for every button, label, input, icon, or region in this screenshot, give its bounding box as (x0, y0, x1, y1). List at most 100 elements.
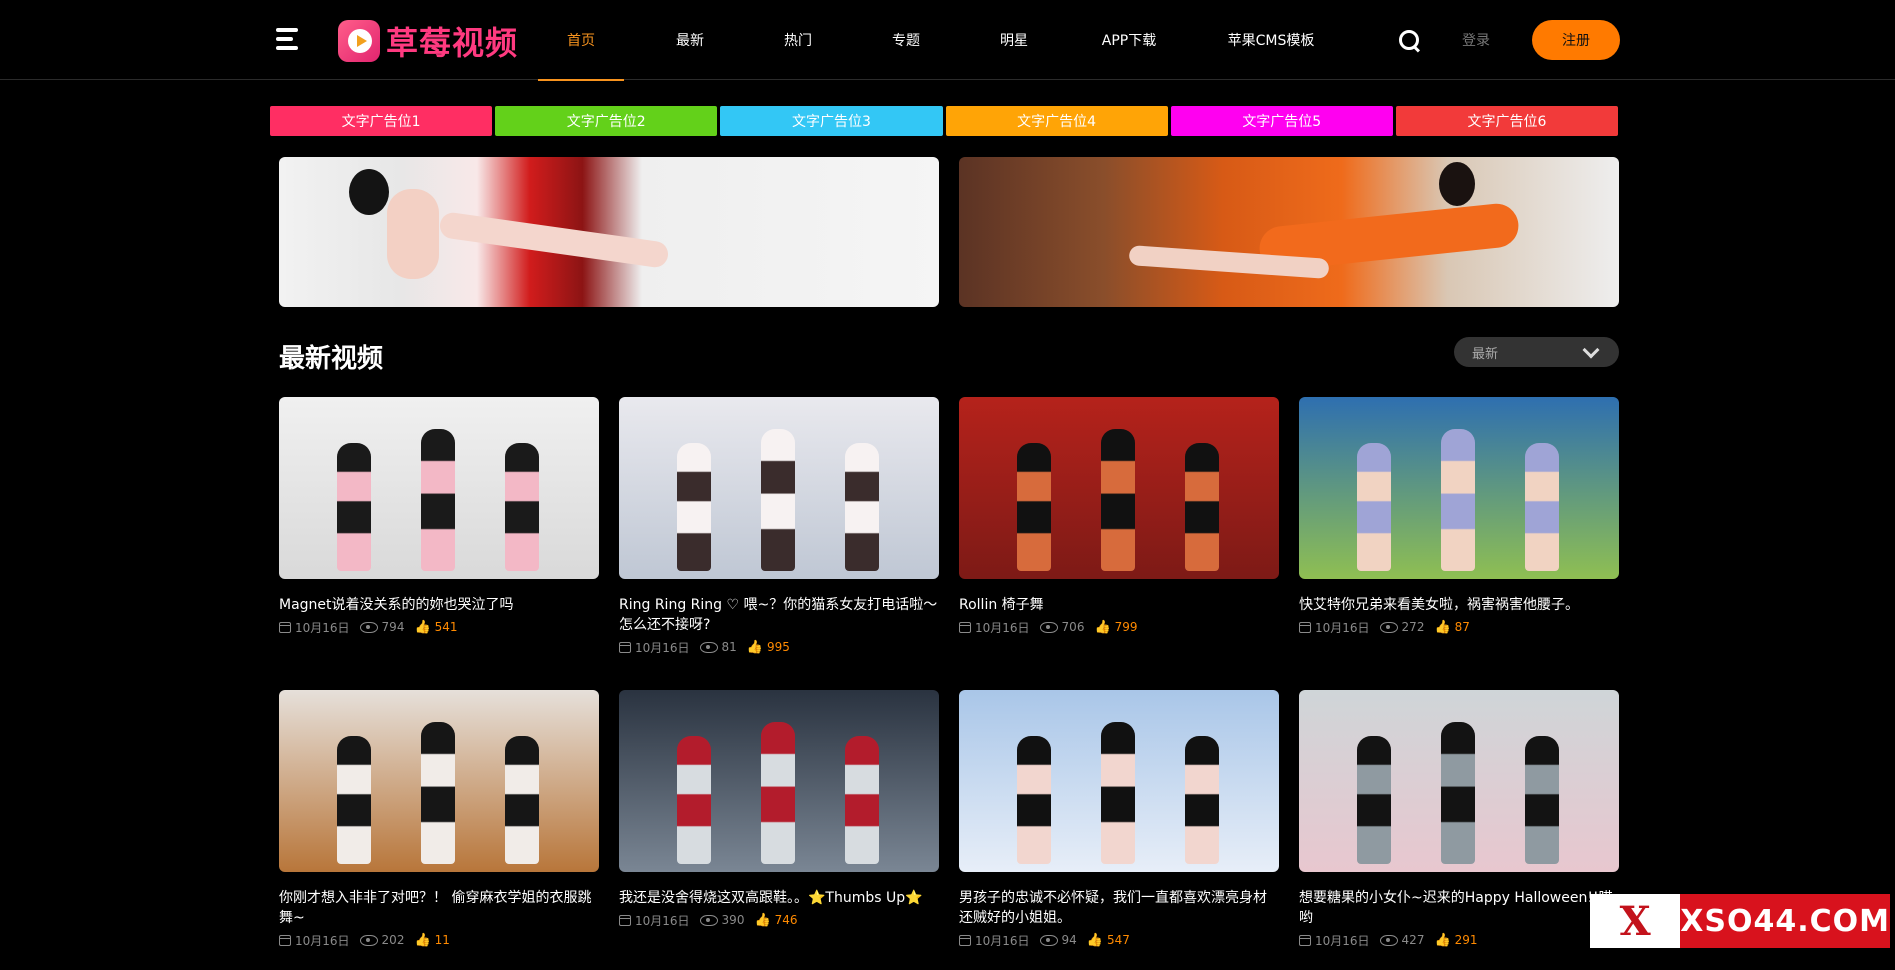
watermark-logo: X (1590, 894, 1681, 948)
thumbnail-figure (1441, 429, 1475, 571)
video-title[interactable]: Magnet说着没关系的的妳也哭泣了吗 (279, 595, 599, 615)
calendar-icon (619, 914, 631, 926)
video-title[interactable]: 想要糖果的小女仆~迟来的Happy Halloween!!喵哟 (1299, 888, 1619, 928)
video-card[interactable]: 快艾特你兄弟来看美女啦，祸害祸害他腰子。 10月16日 272 👍 87 (1299, 397, 1619, 636)
thumbnail-figure (1101, 722, 1135, 864)
thumbnail-figure (1017, 443, 1051, 571)
calendar-icon (959, 621, 971, 633)
video-title[interactable]: Ring Ring Ring ♡ 喂~？你的猫系女友打电话啦～怎么还不接呀? (619, 595, 939, 635)
video-meta: 10月16日 202 👍 11 (279, 931, 599, 949)
sort-dropdown[interactable]: 最新 (1454, 337, 1619, 367)
banner-figure (438, 211, 670, 269)
thumbs-up-icon: 👍 (414, 619, 431, 635)
site-logo[interactable]: 草莓视频 (338, 20, 518, 62)
thumbnail-figure (1357, 443, 1391, 571)
video-views: 794 (381, 620, 405, 634)
video-likes: 11 (434, 933, 450, 947)
video-meta: 10月16日 81 👍 995 (619, 638, 939, 656)
video-date: 10月16日 (1315, 620, 1370, 635)
video-thumbnail[interactable] (279, 397, 599, 579)
text-ad-6[interactable]: 文字广告位6 (1395, 106, 1619, 136)
thumbnail-figure (421, 429, 455, 571)
thumbs-up-icon: 👍 (414, 932, 431, 948)
video-thumbnail[interactable] (959, 690, 1279, 872)
video-title[interactable]: 我还是没舍得烧这双高跟鞋。。⭐Thumbs Up⭐ (619, 888, 939, 908)
text-ad-2[interactable]: 文字广告位2 (495, 106, 718, 136)
thumbnail-figure (845, 443, 879, 571)
video-title[interactable]: 快艾特你兄弟来看美女啦，祸害祸害他腰子。 (1299, 595, 1619, 615)
video-card[interactable]: Magnet说着没关系的的妳也哭泣了吗 10月16日 794 👍 541 (279, 397, 599, 636)
thumbnail-figure (845, 736, 879, 864)
nav-item-app-download[interactable]: APP下载 (1064, 0, 1194, 80)
section-title: 最新视频 (279, 344, 384, 374)
nav-item-hot[interactable]: 热门 (748, 0, 848, 80)
main-nav: 首页 最新 热门 专题 明星 APP下载 苹果CMS模板 (530, 0, 1348, 81)
banner-image-2[interactable] (959, 157, 1619, 307)
calendar-icon (1299, 621, 1311, 633)
video-date: 10月16日 (975, 933, 1030, 948)
video-thumbnail[interactable] (1299, 690, 1619, 872)
video-title[interactable]: 你刚才想入非非了对吧？！ 偷穿麻衣学姐的衣服跳舞~ (279, 888, 599, 928)
thumbnail-figure (677, 443, 711, 571)
video-date: 10月16日 (975, 620, 1030, 635)
thumbnail-figure (1357, 736, 1391, 864)
thumbnail-figure (337, 736, 371, 864)
video-likes: 541 (434, 620, 458, 634)
video-card[interactable]: 我还是没舍得烧这双高跟鞋。。⭐Thumbs Up⭐ 10月16日 390 👍 746 (619, 690, 939, 929)
video-title[interactable]: Rollin 椅子舞 (959, 595, 1279, 615)
eye-icon (359, 934, 378, 946)
video-card[interactable]: Rollin 椅子舞 10月16日 706 👍 799 (959, 397, 1279, 636)
thumbnail-figure (421, 722, 455, 864)
text-ad-5[interactable]: 文字广告位5 (1170, 106, 1393, 136)
watermark-text: XSO44.COM (1680, 903, 1890, 939)
video-thumbnail[interactable] (1299, 397, 1619, 579)
text-ad-4[interactable]: 文字广告位4 (945, 106, 1168, 136)
thumbnail-figure (761, 722, 795, 864)
text-ad-1[interactable]: 文字广告位1 (270, 106, 493, 136)
thumbs-up-icon: 👍 (754, 912, 771, 928)
nav-item-home[interactable]: 首页 (530, 0, 632, 81)
thumbnail-figure (505, 736, 539, 864)
banner-image-1[interactable] (279, 157, 939, 307)
calendar-icon (279, 621, 291, 633)
video-meta: 10月16日 427 👍 291 (1299, 931, 1619, 949)
video-thumbnail[interactable] (619, 397, 939, 579)
thumbnail-figure (1441, 722, 1475, 864)
calendar-icon (1299, 934, 1311, 946)
video-date: 10月16日 (1315, 933, 1370, 948)
video-card[interactable]: 你刚才想入非非了对吧？！ 偷穿麻衣学姐的衣服跳舞~ 10月16日 202 👍 11 (279, 690, 599, 949)
thumbnail-figure (677, 736, 711, 864)
thumbnail-figure (1525, 736, 1559, 864)
video-meta: 10月16日 706 👍 799 (959, 618, 1279, 636)
video-views: 427 (1401, 933, 1425, 947)
banner-figure (1439, 162, 1475, 206)
register-button[interactable]: 注册 (1532, 20, 1620, 60)
site-header: 草莓视频 首页 最新 热门 专题 明星 APP下载 苹果CMS模板 登录 注册 (0, 0, 1895, 81)
video-thumbnail[interactable] (619, 690, 939, 872)
video-likes: 291 (1454, 933, 1478, 947)
search-icon[interactable] (1399, 30, 1421, 52)
video-views: 272 (1401, 620, 1425, 634)
video-card[interactable]: 想要糖果的小女仆~迟来的Happy Halloween!!喵哟 10月16日 427… (1299, 690, 1619, 949)
nav-item-topics[interactable]: 专题 (848, 0, 964, 80)
chevron-down-icon (1582, 341, 1600, 359)
video-card[interactable]: Ring Ring Ring ♡ 喂~？你的猫系女友打电话啦～怎么还不接呀? 10… (619, 397, 939, 656)
thumbs-up-icon: 👍 (1094, 619, 1111, 635)
hamburger-menu-icon[interactable] (276, 28, 302, 50)
login-link[interactable]: 登录 (1462, 30, 1490, 50)
video-thumbnail[interactable] (279, 690, 599, 872)
video-thumbnail[interactable] (959, 397, 1279, 579)
video-title[interactable]: 男孩子的忠诚不必怀疑，我们一直都喜欢漂亮身材还贼好的小姐姐。 (959, 888, 1279, 928)
video-card[interactable]: 男孩子的忠诚不必怀疑，我们一直都喜欢漂亮身材还贼好的小姐姐。 10月16日 94 👍 5… (959, 690, 1279, 949)
eye-icon (1039, 934, 1058, 946)
thumbnail-figure (337, 443, 371, 571)
nav-item-latest[interactable]: 最新 (632, 0, 748, 80)
thumbs-up-icon: 👍 (746, 639, 764, 655)
video-views: 202 (381, 933, 405, 947)
thumbnail-figure (505, 443, 539, 571)
nav-item-stars[interactable]: 明星 (964, 0, 1064, 80)
nav-item-cms-template[interactable]: 苹果CMS模板 (1194, 0, 1348, 80)
thumbs-up-icon: 👍 (1086, 932, 1104, 948)
text-ad-3[interactable]: 文字广告位3 (720, 106, 943, 136)
thumbnail-figure (1185, 736, 1219, 864)
